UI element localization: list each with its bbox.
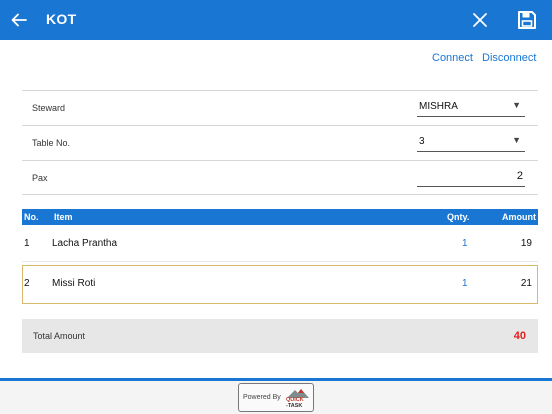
item-amount: 19 bbox=[520, 238, 532, 249]
steward-label: Steward bbox=[32, 103, 66, 113]
total-amount-label: Total Amount bbox=[33, 331, 86, 341]
column-header-amount: Amount bbox=[502, 212, 536, 222]
quicktask-logo-icon: QUICK -TASK bbox=[285, 387, 311, 409]
save-disk-icon[interactable] bbox=[516, 9, 538, 31]
back-arrow-icon[interactable] bbox=[8, 8, 30, 32]
powered-by-badge: Powered By QUICK -TASK bbox=[238, 383, 314, 412]
item-name: Missi Roti bbox=[52, 278, 96, 289]
disconnect-link[interactable]: Disconnect bbox=[482, 52, 536, 64]
column-header-item: Item bbox=[54, 212, 73, 222]
pax-input[interactable]: 2 bbox=[417, 168, 525, 187]
pax-row: Pax 2 bbox=[22, 160, 538, 195]
table-no-label: Table No. bbox=[32, 138, 71, 148]
table-row[interactable]: 1 Lacha Prantha 1 19 bbox=[22, 226, 538, 262]
table-no-row: Table No. 3 ▼ bbox=[22, 125, 538, 160]
logo-text-task: -TASK bbox=[286, 403, 303, 409]
column-header-qnty: Qnty. bbox=[447, 212, 470, 222]
row-number: 2 bbox=[24, 278, 30, 289]
total-amount-bar: Total Amount 40 bbox=[22, 319, 538, 353]
connect-link[interactable]: Connect bbox=[432, 52, 473, 64]
dropdown-caret-icon: ▼ bbox=[512, 100, 521, 110]
total-amount-value: 40 bbox=[513, 330, 526, 342]
pax-label: Pax bbox=[32, 173, 48, 183]
footer: Powered By QUICK -TASK bbox=[0, 381, 552, 414]
item-quantity[interactable]: 1 bbox=[462, 238, 468, 249]
table-no-select[interactable]: 3 ▼ bbox=[417, 133, 525, 152]
steward-select[interactable]: MISHRA ▼ bbox=[417, 98, 525, 117]
item-amount: 21 bbox=[520, 278, 532, 289]
row-number: 1 bbox=[24, 238, 30, 249]
close-icon[interactable] bbox=[470, 9, 490, 31]
items-table-header: No. Item Qnty. Amount bbox=[22, 209, 538, 225]
powered-by-text: Powered By bbox=[243, 394, 281, 401]
app-bar: KOT bbox=[0, 0, 552, 40]
column-header-no: No. bbox=[24, 212, 39, 222]
item-quantity[interactable]: 1 bbox=[462, 278, 468, 289]
item-name: Lacha Prantha bbox=[52, 238, 118, 249]
table-no-value: 3 bbox=[419, 136, 425, 147]
dropdown-caret-icon: ▼ bbox=[512, 135, 521, 145]
page-title: KOT bbox=[46, 11, 77, 27]
steward-value: MISHRA bbox=[419, 101, 458, 112]
steward-row: Steward MISHRA ▼ bbox=[22, 90, 538, 125]
table-row[interactable]: 2 Missi Roti 1 21 bbox=[22, 265, 538, 304]
